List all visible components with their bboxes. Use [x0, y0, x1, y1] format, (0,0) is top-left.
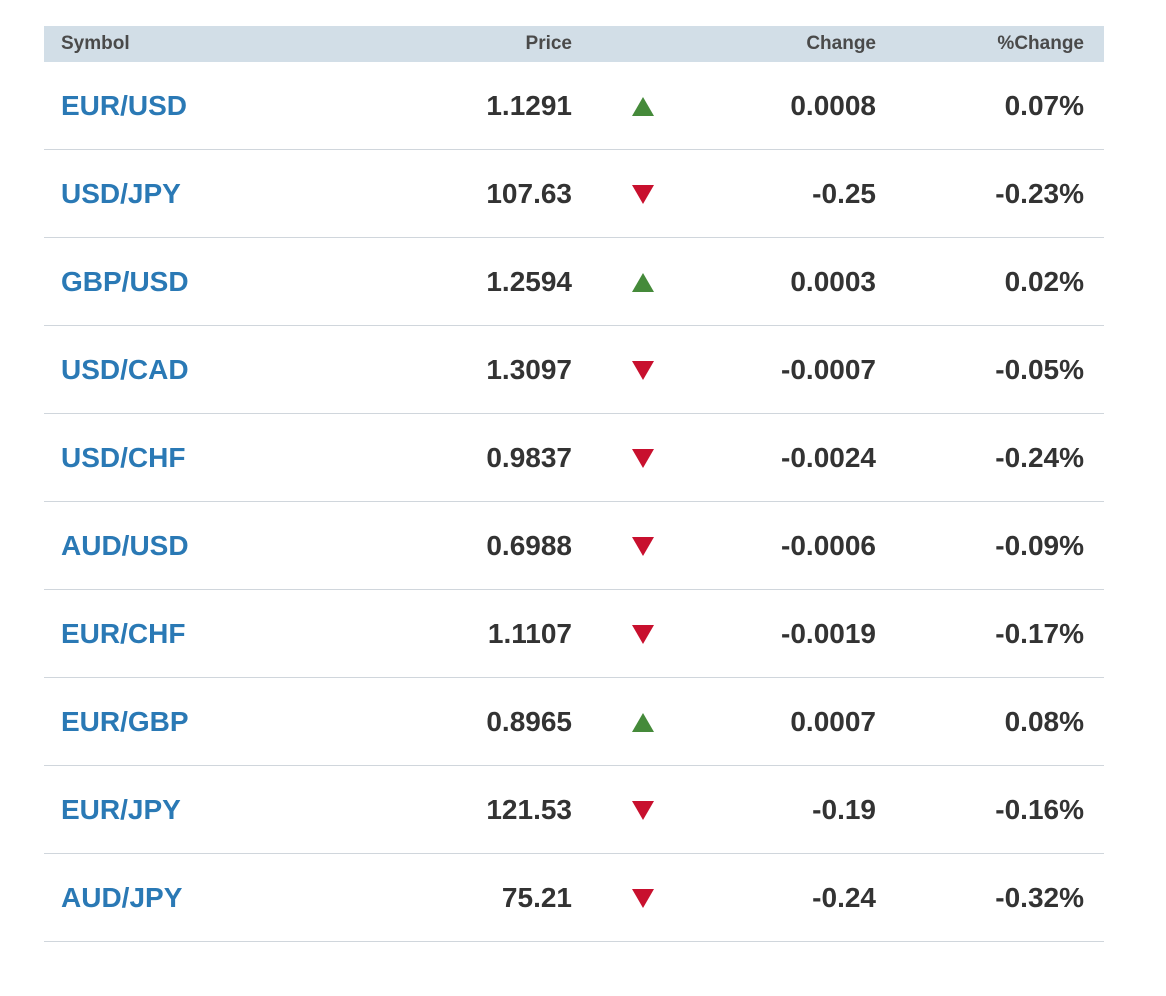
price-value: 1.1107: [487, 617, 572, 649]
direction-cell: [572, 619, 714, 649]
pct-change-value: -0.23%: [995, 177, 1084, 209]
price-value: 0.8965: [486, 705, 572, 737]
change-value: -0.0019: [781, 617, 876, 649]
table-row: EUR/GBP 0.8965 0.0007 0.08%: [44, 678, 1104, 766]
price-value: 1.2594: [486, 265, 572, 297]
triangle-up-icon: [632, 712, 654, 732]
symbol-link[interactable]: AUD/JPY: [44, 882, 404, 914]
change-value: -0.25: [812, 177, 876, 209]
column-header-change: Change: [806, 33, 876, 54]
triangle-down-icon: [632, 448, 654, 468]
symbol-link[interactable]: AUD/USD: [44, 530, 404, 562]
price-value: 121.53: [486, 793, 572, 825]
price-value: 1.1291: [486, 89, 572, 121]
change-value: -0.19: [812, 793, 876, 825]
triangle-up-icon: [632, 272, 654, 292]
direction-cell: [572, 267, 714, 297]
direction-cell: [572, 795, 714, 825]
change-value: -0.24: [812, 881, 876, 913]
price-value: 0.9837: [486, 441, 572, 473]
direction-cell: [572, 355, 714, 385]
direction-cell: [572, 179, 714, 209]
symbol-link[interactable]: USD/CAD: [44, 354, 404, 386]
triangle-down-icon: [632, 888, 654, 908]
pct-change-value: -0.24%: [995, 441, 1084, 473]
direction-cell: [572, 531, 714, 561]
triangle-down-icon: [632, 360, 654, 380]
column-header-symbol: Symbol: [61, 33, 130, 54]
change-value: 0.0003: [790, 265, 876, 297]
price-value: 1.3097: [486, 353, 572, 385]
symbol-link[interactable]: GBP/USD: [44, 266, 404, 298]
table-row: EUR/JPY 121.53 -0.19 -0.16%: [44, 766, 1104, 854]
pct-change-value: -0.16%: [995, 793, 1084, 825]
triangle-up-icon: [632, 96, 654, 116]
table-row: GBP/USD 1.2594 0.0003 0.02%: [44, 238, 1104, 326]
currency-quotes-table: Symbol Price Change %Change EUR/USD 1.12…: [44, 26, 1104, 942]
table-row: EUR/USD 1.1291 0.0008 0.07%: [44, 62, 1104, 150]
price-value: 75.21: [501, 881, 572, 913]
symbol-link[interactable]: EUR/JPY: [44, 794, 404, 826]
change-value: 0.0007: [790, 705, 876, 737]
table-row: USD/JPY 107.63 -0.25 -0.23%: [44, 150, 1104, 238]
pct-change-value: -0.05%: [995, 353, 1084, 385]
symbol-link[interactable]: EUR/USD: [44, 90, 404, 122]
direction-cell: [572, 707, 714, 737]
symbol-link[interactable]: EUR/GBP: [44, 706, 404, 738]
pct-change-value: 0.07%: [1004, 89, 1084, 121]
pct-change-value: -0.17%: [995, 617, 1084, 649]
column-header-pct-change: %Change: [997, 33, 1084, 54]
symbol-link[interactable]: USD/JPY: [44, 178, 404, 210]
table-row: USD/CAD 1.3097 -0.0007 -0.05%: [44, 326, 1104, 414]
change-value: -0.0006: [781, 529, 876, 561]
pct-change-value: -0.09%: [995, 529, 1084, 561]
table-row: EUR/CHF 1.1107 -0.0019 -0.17%: [44, 590, 1104, 678]
symbol-link[interactable]: USD/CHF: [44, 442, 404, 474]
triangle-down-icon: [632, 184, 654, 204]
triangle-down-icon: [632, 536, 654, 556]
pct-change-value: 0.08%: [1004, 705, 1084, 737]
direction-cell: [572, 883, 714, 913]
direction-cell: [572, 443, 714, 473]
triangle-down-icon: [632, 800, 654, 820]
change-value: 0.0008: [790, 89, 876, 121]
pct-change-value: -0.32%: [995, 881, 1084, 913]
price-value: 107.63: [486, 177, 572, 209]
table-row: AUD/JPY 75.21 -0.24 -0.32%: [44, 854, 1104, 942]
pct-change-value: 0.02%: [1004, 265, 1084, 297]
table-row: AUD/USD 0.6988 -0.0006 -0.09%: [44, 502, 1104, 590]
symbol-link[interactable]: EUR/CHF: [44, 618, 404, 650]
column-header-price: Price: [525, 33, 572, 54]
price-value: 0.6988: [486, 529, 572, 561]
change-value: -0.0024: [781, 441, 876, 473]
change-value: -0.0007: [781, 353, 876, 385]
table-header: Symbol Price Change %Change: [44, 26, 1104, 62]
table-row: USD/CHF 0.9837 -0.0024 -0.24%: [44, 414, 1104, 502]
direction-cell: [572, 91, 714, 121]
triangle-down-icon: [632, 624, 654, 644]
